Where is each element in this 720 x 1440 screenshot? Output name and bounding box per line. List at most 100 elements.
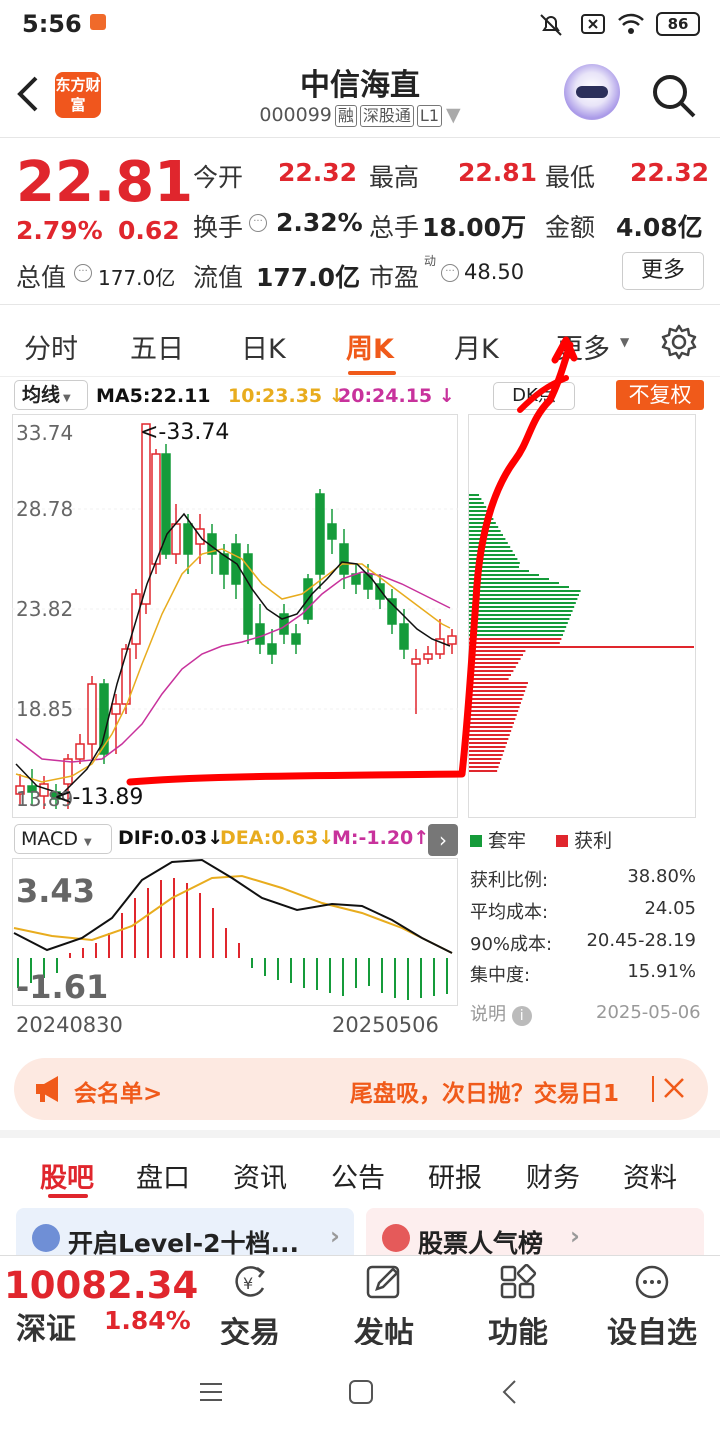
tab-monthly-k[interactable]: 月K (454, 327, 499, 366)
tab-five-day[interactable]: 五日 (130, 327, 184, 366)
more-button[interactable]: 更多 (622, 252, 704, 290)
trade-button[interactable]: ¥ 交易 (190, 1264, 310, 1352)
candle-body (111, 703, 121, 715)
chip-bar (469, 586, 569, 588)
ma20-value: 20:24.15 ↓ (338, 385, 455, 407)
wifi-icon (618, 13, 644, 34)
tab-financials[interactable]: 财务 (526, 1156, 580, 1195)
chip-bar (469, 542, 508, 544)
profit-legend-label: 获利 (574, 830, 613, 852)
y-tick-label: 23.82 (16, 597, 73, 621)
tab-announcements[interactable]: 公告 (331, 1156, 385, 1195)
chip-bar (469, 514, 491, 516)
chip-bar (469, 638, 562, 640)
chip-bar (469, 646, 694, 648)
chip-bar (469, 622, 568, 624)
macd-chart[interactable]: 3.43 -1.61 (12, 858, 458, 1006)
volume-value: 18.00万 (422, 213, 527, 242)
y-tick-label: 33.74 (16, 421, 73, 445)
tab-profile[interactable]: 资料 (623, 1156, 677, 1195)
divider (652, 1076, 654, 1102)
mcap-label: 总值 (16, 263, 67, 292)
chip-bar (469, 566, 519, 568)
info-circle-icon[interactable]: ··· (74, 264, 92, 282)
tab-orderbook[interactable]: 盘口 (136, 1156, 190, 1195)
chip-bar (469, 634, 563, 636)
macd-m: M:-1.20↑ (332, 827, 430, 849)
chip-bar (469, 694, 524, 696)
info-circle-icon[interactable]: ··· (441, 264, 459, 282)
float-cap-label: 流值 (193, 263, 244, 292)
chip-date: 2025-05-06 (596, 1002, 701, 1023)
close-icon[interactable] (662, 1076, 686, 1100)
robot-avatar[interactable] (564, 64, 620, 120)
chip-note[interactable]: 说明 i (470, 1000, 532, 1026)
chip-bar (469, 750, 505, 752)
chip-bar (469, 710, 519, 712)
tag-level: L1 (416, 105, 443, 127)
tab-research[interactable]: 研报 (428, 1156, 482, 1195)
status-time: 5:56 (22, 10, 82, 38)
candle-body (423, 653, 433, 660)
tab-daily-k[interactable]: 日K (241, 327, 286, 366)
settings-gear-icon[interactable] (660, 323, 698, 361)
chip-bar (469, 650, 526, 652)
bottom-toolbar: 10082.34 深证 1.84% ¥ 交易 发帖 功能 设自选 (0, 1255, 720, 1351)
row-value: 38.80% (627, 866, 696, 887)
change-amount: 0.62 (118, 216, 180, 245)
chip-bar (469, 630, 565, 632)
candle-body (151, 453, 161, 565)
dk-point-button[interactable]: DK点 (493, 382, 575, 410)
tab-news[interactable]: 资讯 (233, 1156, 287, 1195)
chip-bar (469, 658, 521, 660)
tag-connect: 深股通 (359, 105, 414, 127)
chip-bar (469, 594, 579, 596)
index-name: 深证 (16, 1312, 76, 1347)
chip-bar (469, 502, 484, 504)
min-price-label: <-13.89 (54, 785, 143, 810)
chip-bar (469, 714, 517, 716)
tab-intraday[interactable]: 分时 (24, 327, 78, 366)
candle-body (183, 523, 193, 555)
row-key: 90%成本: (470, 934, 553, 955)
chip-bar (469, 518, 494, 520)
candle-body (63, 758, 73, 785)
feature-cards: 开启Level-2十档... › 股票人气榜 › (0, 1200, 720, 1264)
macd-label: MACD (21, 828, 78, 850)
banner-right-text[interactable]: 尾盘吸，次日抛？交易日1 (350, 1074, 619, 1108)
chip-bar (469, 506, 487, 508)
banner-left-text[interactable]: 会名单> (74, 1074, 162, 1108)
stock-header: 东方财富 中信海直 000099 融深股通 L1 ▼ (0, 50, 720, 138)
home-icon[interactable] (348, 1379, 374, 1405)
tab-weekly-k[interactable]: 周K (346, 327, 394, 366)
add-watchlist-button[interactable]: 设自选 (592, 1264, 712, 1352)
dropdown-caret-icon[interactable]: ▼ (446, 104, 461, 126)
macd-selector[interactable]: MACD ▼ (14, 824, 112, 854)
promo-banner[interactable]: 会名单> 尾盘吸，次日抛？交易日1 (14, 1058, 708, 1120)
row-key: 集中度: (470, 965, 531, 986)
menu-icon[interactable] (198, 1381, 224, 1403)
chip-bar (469, 618, 570, 620)
chip-bar (469, 554, 515, 556)
adjust-button[interactable]: 不复权 (616, 380, 704, 410)
back-icon[interactable] (500, 1379, 520, 1405)
search-icon[interactable] (650, 72, 698, 120)
functions-button[interactable]: 功能 (458, 1263, 578, 1352)
post-button[interactable]: 发帖 (324, 1264, 444, 1352)
chip-bar (469, 610, 573, 612)
candle-body (99, 683, 109, 755)
chip-bar (469, 678, 509, 680)
expand-arrow-button[interactable]: › (428, 824, 458, 856)
tab-more[interactable]: 更多 (556, 327, 610, 366)
row-key: 获利比例: (470, 870, 549, 891)
chip-bar (469, 562, 520, 564)
tab-forum[interactable]: 股吧 (40, 1156, 94, 1195)
ma20-text: 20:24.15 (338, 385, 433, 407)
close-box-icon (581, 14, 605, 34)
index-value[interactable]: 10082.34 (4, 1264, 198, 1307)
ma5-value: MA5:22.11 (96, 385, 211, 407)
kline-chart[interactable]: 33.7428.7823.8218.8513.89 <-33.74 <-13.8… (12, 414, 458, 818)
chip-bar (469, 558, 518, 560)
ma-selector[interactable]: 均线 ▼ (14, 380, 88, 410)
info-circle-icon[interactable]: ··· (249, 214, 267, 232)
